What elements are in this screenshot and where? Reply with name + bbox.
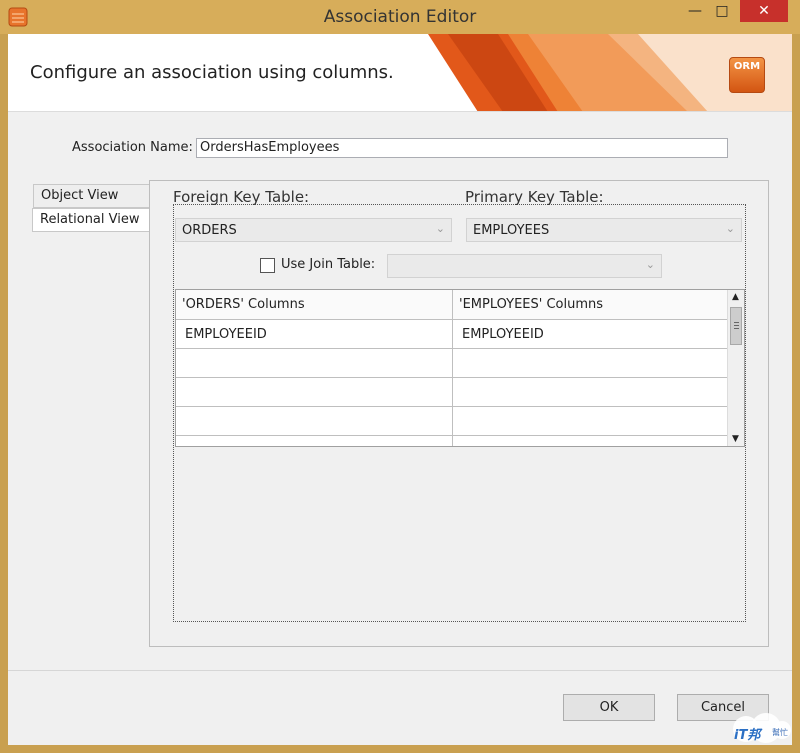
header-title: Configure an association using columns. [30, 62, 394, 83]
primary-key-table-value: EMPLOYEES [473, 223, 550, 238]
mapping-group: Foreign Key Table: Primary Key Table: OR… [173, 188, 746, 622]
primary-key-table-select[interactable]: EMPLOYEES ⌄ [466, 218, 742, 242]
grid-cell[interactable] [453, 407, 729, 436]
window-title: Association Editor [323, 7, 477, 27]
dialog-client-area: Configure an association using columns. … [8, 34, 792, 745]
column-mapping-grid[interactable]: 'ORDERS' Columns 'EMPLOYEES' Columns EMP… [175, 289, 745, 447]
association-name-label: Association Name: [72, 140, 193, 155]
grip-line [734, 325, 739, 326]
grid-cell[interactable] [176, 349, 453, 378]
grid-cell[interactable] [453, 436, 729, 446]
use-join-table-checkbox[interactable] [260, 258, 275, 273]
foreign-key-table-label: Foreign Key Table: [173, 188, 310, 206]
scrollbar-thumb[interactable] [730, 307, 742, 345]
tab-relational-view[interactable]: Relational View [32, 208, 150, 232]
close-button[interactable]: ✕ [740, 0, 788, 22]
grid-cell[interactable]: EMPLOYEEID [453, 320, 729, 349]
title-bar[interactable]: Association Editor — □ ✕ [0, 0, 800, 34]
orm-logo-icon: ORM [729, 57, 765, 93]
grid-cell[interactable] [176, 407, 453, 436]
relational-view-panel: Foreign Key Table: Primary Key Table: OR… [149, 180, 769, 647]
column-header-employees[interactable]: 'EMPLOYEES' Columns [453, 290, 729, 320]
minimize-button[interactable]: — [682, 0, 708, 22]
grip-line [734, 328, 739, 329]
grid-cell[interactable] [176, 436, 453, 446]
scroll-down-arrow-icon[interactable]: ▼ [732, 434, 739, 444]
join-table-select[interactable]: ⌄ [387, 254, 662, 278]
primary-key-table-label: Primary Key Table: [465, 188, 604, 206]
scroll-up-arrow-icon[interactable]: ▲ [732, 292, 739, 302]
grip-line [734, 322, 739, 323]
footer-separator [8, 670, 792, 671]
grid-vertical-scrollbar[interactable]: ▲ ▼ [727, 290, 744, 446]
chevron-down-icon: ⌄ [725, 222, 735, 235]
chevron-down-icon: ⌄ [645, 258, 655, 271]
foreign-key-table-select[interactable]: ORDERS ⌄ [175, 218, 452, 242]
maximize-button[interactable]: □ [708, 0, 736, 22]
chevron-down-icon: ⌄ [435, 222, 445, 235]
grid-cell[interactable] [453, 378, 729, 407]
association-editor-window: Association Editor — □ ✕ Configure an as… [0, 0, 800, 753]
ok-button[interactable]: OK [563, 694, 655, 721]
watermark-title: iT邦 [734, 728, 761, 743]
grid-cell[interactable] [176, 378, 453, 407]
column-header-orders[interactable]: 'ORDERS' Columns [176, 290, 453, 320]
use-join-table-label: Use Join Table: [281, 257, 376, 272]
tab-object-view[interactable]: Object View [33, 184, 151, 208]
grid-cell[interactable] [453, 349, 729, 378]
header-band: Configure an association using columns. … [8, 34, 792, 112]
foreign-key-table-value: ORDERS [182, 223, 237, 238]
grid-cell[interactable]: EMPLOYEEID [176, 320, 453, 349]
association-name-input[interactable]: OrdersHasEmployees [196, 138, 728, 158]
watermark-subtitle: 幫忙 [772, 728, 788, 737]
